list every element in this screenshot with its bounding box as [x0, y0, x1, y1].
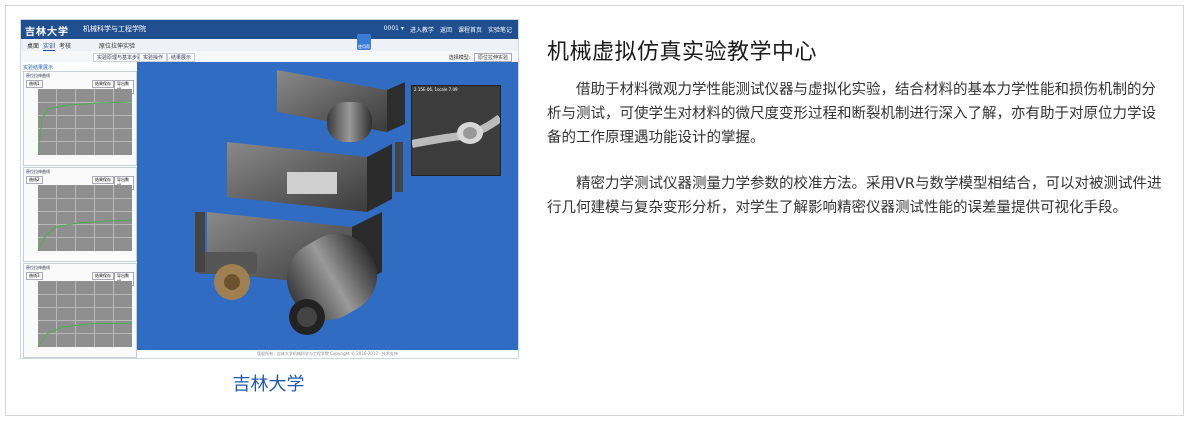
model-selector[interactable]: 选择模型: 原位拉伸实验: [449, 53, 512, 62]
tab-desktop[interactable]: 桌面: [27, 41, 39, 50]
curve-panel: 原位拉伸曲线 曲线2 结果保存 导出数据: [23, 167, 137, 262]
stress-strain-plot: [38, 185, 132, 251]
panel-buttons: 曲线2 结果保存 导出数据: [26, 176, 134, 190]
user-menu-item[interactable]: 课程首页: [458, 25, 482, 34]
description-paragraph: 精密力学测试仪器测量力学参数的校准方法。采用VR与数学模型相结合，可以对被测试件…: [547, 176, 1162, 216]
curve-select[interactable]: 曲线3: [26, 272, 43, 280]
fracture-fiber-image: [412, 114, 500, 148]
curve-panel: 原位拉伸曲线 曲线3 结果保存 导出数据: [23, 263, 137, 358]
user-menu-item[interactable]: 0001 ▾: [384, 25, 404, 34]
tab-training[interactable]: 实训: [43, 41, 56, 51]
panel-title: 原位拉伸曲线: [26, 73, 50, 78]
save-button[interactable]: 结果保存: [92, 80, 114, 88]
user-menu-item[interactable]: 实验笔记: [488, 25, 512, 34]
stress-strain-plot: [38, 281, 132, 347]
simulation-screenshot: 吉林大学 机械科学与工程学院 0001 ▾ 进入教学 返回 课程首页 实验笔记 …: [20, 19, 519, 359]
tab-exam[interactable]: 考核: [59, 41, 71, 50]
stress-strain-plot: [38, 89, 132, 155]
model-selector-label: 选择模型:: [448, 55, 471, 61]
model-selector-value[interactable]: 原位拉伸实验: [473, 53, 512, 62]
app-footer: 版权所有 · 吉林大学机械科学与工程学院 Copyright © 2016-20…: [137, 350, 518, 358]
section-heading: 机械虚拟仿真实验教学中心: [547, 40, 818, 65]
user-menu-item[interactable]: 进入教学: [410, 25, 434, 34]
app-header: 吉林大学 机械科学与工程学院 0001 ▾ 进入教学 返回 课程首页 实验笔记: [21, 20, 518, 39]
panel-buttons: 曲线3 结果保存 导出数据: [26, 272, 134, 286]
curve-line: [38, 101, 132, 155]
panel-buttons: 曲线1 结果保存 导出数据: [26, 80, 134, 94]
subtab-operation[interactable]: 实验操作: [139, 53, 168, 62]
image-caption: 吉林大学: [232, 374, 305, 395]
subtab-results[interactable]: 结果展示: [167, 53, 196, 62]
curve-line: [38, 219, 132, 251]
results-sidebar: 实验结果展示 原位拉伸曲线 曲线1 结果保存 导出数据 原位拉伸曲线 曲线2: [21, 62, 137, 358]
curve-line: [38, 322, 132, 347]
save-button[interactable]: 结果保存: [92, 272, 114, 280]
results-header: 实验结果展示: [23, 65, 54, 71]
help-button[interactable]: 使用帮助: [357, 34, 371, 75]
university-logo: 吉林大学: [25, 27, 69, 38]
user-menu-item[interactable]: 返回: [440, 25, 452, 34]
content-card: 吉林大学 机械科学与工程学院 0001 ▾ 进入教学 返回 课程首页 实验笔记 …: [5, 5, 1184, 416]
tab-experiment[interactable]: 原位拉伸实验: [99, 41, 135, 50]
curve-panel: 原位拉伸曲线 曲线1 结果保存 导出数据: [23, 71, 137, 166]
panel-title: 原位拉伸曲线: [26, 169, 50, 174]
user-menu: 0001 ▾ 进入教学 返回 课程首页 实验笔记: [384, 25, 512, 34]
description-paragraph: 借助于材料微观力学性能测试仪器与虚拟化实验，结合材料的基本力学性能和损伤机制的分…: [547, 82, 1156, 146]
curve-select[interactable]: 曲线2: [26, 176, 43, 184]
sem-image: 2.15E-06, 1scale 7.09: [411, 85, 501, 176]
save-button[interactable]: 结果保存: [92, 176, 114, 184]
curve-select[interactable]: 曲线1: [26, 80, 43, 88]
panel-title: 原位拉伸曲线: [26, 265, 50, 270]
system-name: 机械科学与工程学院: [83, 25, 146, 33]
